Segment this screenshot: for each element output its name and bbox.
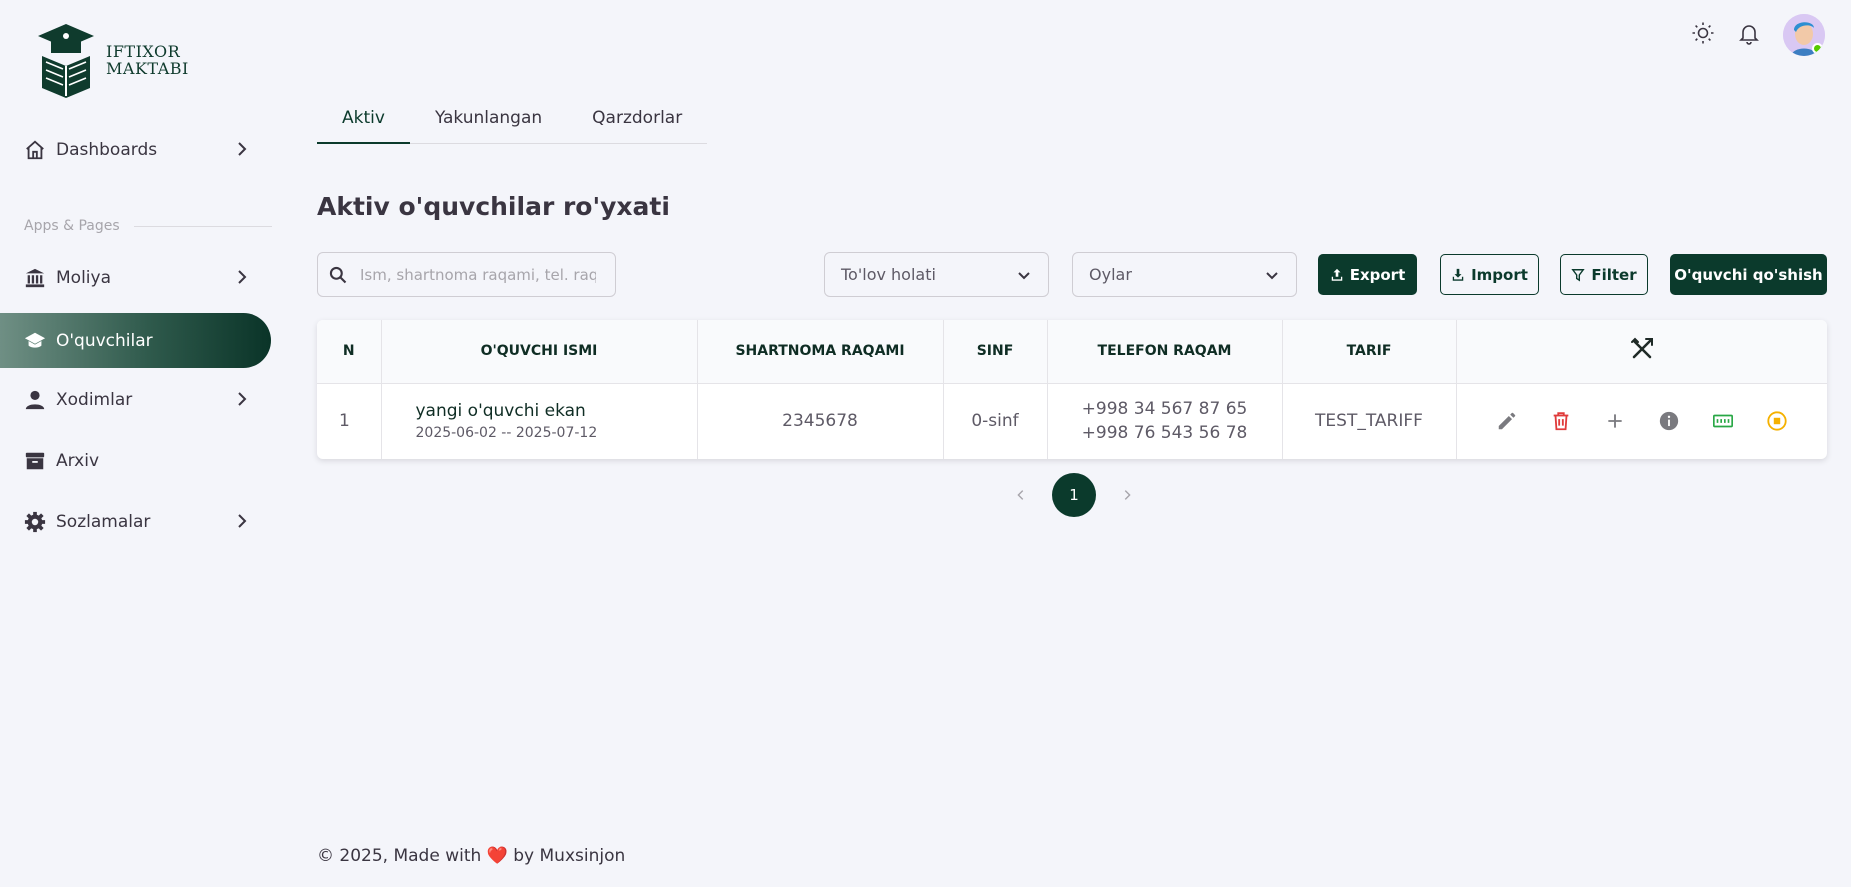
brand-line2: MAKTABI	[106, 59, 189, 78]
export-button[interactable]: Export	[1318, 254, 1417, 295]
header-phone[interactable]: TELEFON RAQAM	[1047, 320, 1283, 384]
sidebar-item-dashboards[interactable]: Dashboards	[0, 122, 271, 177]
sidebar-item-label: Moliya	[56, 267, 111, 288]
months-select[interactable]: Oylar	[1072, 252, 1297, 297]
cell-phone: +998 34 567 87 65 +998 76 543 56 78	[1047, 383, 1283, 459]
import-button[interactable]: Import	[1440, 254, 1539, 295]
chevron-down-icon	[1266, 271, 1278, 279]
brand-text: IFTIXOR MAKTABI	[106, 43, 189, 77]
page-title: Aktiv o'quvchilar ro'yxati	[317, 192, 670, 221]
chevron-right-icon[interactable]	[1116, 484, 1138, 506]
chevron-right-icon	[238, 142, 247, 156]
cell-actions	[1456, 383, 1827, 459]
students-table: N O'QUVCHI ISMI SHARTNOMA RAQAMI SINF TE…	[317, 320, 1827, 459]
online-status-dot	[1812, 43, 1823, 54]
sidebar-item-label: O'quvchilar	[56, 330, 153, 351]
sidebar-item-arxiv[interactable]: Arxiv	[0, 433, 271, 488]
tab-aktiv[interactable]: Aktiv	[317, 100, 410, 144]
top-bar-icons	[1691, 14, 1825, 56]
sidebar-item-xodimlar[interactable]: Xodimlar	[0, 372, 271, 427]
page-number-current[interactable]: 1	[1052, 473, 1096, 517]
avatar[interactable]	[1783, 14, 1825, 56]
chevron-right-icon	[238, 270, 247, 284]
section-label-text: Apps & Pages	[24, 218, 120, 234]
student-name[interactable]: yangi o'quvchi ekan	[416, 401, 696, 421]
sidebar-item-label: Dashboards	[56, 139, 158, 160]
upload-icon	[1331, 268, 1342, 281]
sun-icon[interactable]	[1691, 21, 1715, 49]
header-actions	[1456, 320, 1827, 384]
school-book-icon	[38, 24, 94, 98]
cell-tariff: TEST_TARIFF	[1282, 383, 1457, 459]
search-box[interactable]	[317, 252, 616, 297]
sidebar-item-oquvchilar[interactable]: O'quvchilar	[0, 313, 271, 368]
sidebar-item-label: Sozlamalar	[56, 511, 151, 532]
home-icon	[24, 139, 46, 161]
delete-icon[interactable]	[1547, 407, 1575, 435]
filter-button[interactable]: Filter	[1560, 254, 1648, 295]
search-icon	[329, 266, 347, 283]
chevron-right-icon	[238, 392, 247, 406]
table-row[interactable]: 1 yangi o'quvchi ekan 2025-06-02 -- 2025…	[317, 383, 1827, 459]
cell-class: 0-sinf	[943, 383, 1048, 459]
sidebar-item-moliya[interactable]: Moliya	[0, 250, 271, 305]
stop-circle-icon[interactable]	[1763, 407, 1791, 435]
payment-status-value: To'lov holati	[841, 265, 936, 284]
sidebar-item-label: Arxiv	[56, 450, 100, 471]
phone-2: +998 76 543 56 78	[1081, 423, 1248, 444]
pagination: 1	[1010, 473, 1138, 517]
search-input[interactable]	[358, 264, 598, 285]
brand-line1: IFTIXOR	[106, 42, 181, 61]
sidebar-item-label: Xodimlar	[56, 389, 133, 410]
plus-icon[interactable]	[1601, 407, 1629, 435]
filter-icon	[1571, 268, 1586, 282]
chevron-right-icon	[238, 514, 247, 528]
section-label: Apps & Pages	[24, 218, 272, 234]
tab-qarzdorlar[interactable]: Qarzdorlar	[567, 100, 707, 143]
cell-contract: 2345678	[697, 383, 944, 459]
table-header-row: N O'QUVCHI ISMI SHARTNOMA RAQAMI SINF TE…	[317, 320, 1827, 384]
edit-icon[interactable]	[1493, 407, 1521, 435]
tab-yakunlangan[interactable]: Yakunlangan	[410, 100, 567, 143]
header-tariff[interactable]: TARIF	[1282, 320, 1457, 384]
brand-logo[interactable]: IFTIXOR MAKTABI	[36, 22, 189, 98]
user-icon	[24, 389, 46, 411]
header-class[interactable]: SINF	[943, 320, 1048, 384]
chevron-down-icon	[1018, 271, 1030, 279]
footer-text: © 2025, Made with ❤️ by Muxsinjon	[317, 846, 626, 866]
payment-status-select[interactable]: To'lov holati	[824, 252, 1049, 297]
export-label: Export	[1349, 265, 1406, 284]
divider	[133, 225, 272, 227]
cell-name: yangi o'quvchi ekan 2025-06-02 -- 2025-0…	[381, 383, 698, 459]
chevron-left-icon[interactable]	[1010, 484, 1032, 506]
student-dates: 2025-06-02 -- 2025-07-12	[415, 425, 598, 442]
add-student-label: O'quvchi qo'shish	[1674, 265, 1823, 284]
filter-label: Filter	[1591, 265, 1637, 284]
info-icon[interactable]	[1655, 407, 1683, 435]
header-contract[interactable]: SHARTNOMA RAQAMI	[697, 320, 944, 384]
tools-icon	[1630, 337, 1653, 359]
header-n: N	[317, 320, 382, 384]
download-icon	[1452, 268, 1464, 281]
gear-icon	[24, 511, 46, 533]
sidebar-item-sozlamalar[interactable]: Sozlamalar	[0, 494, 271, 549]
graduation-cap-icon	[24, 330, 46, 352]
sidebar: IFTIXOR MAKTABI Dashboards Apps & Pages …	[0, 0, 272, 887]
archive-icon	[24, 450, 46, 472]
header-name[interactable]: O'QUVCHI ISMI	[381, 320, 698, 384]
cell-n: 1	[317, 383, 382, 459]
months-value: Oylar	[1089, 265, 1132, 284]
phone-1: +998 34 567 87 65	[1081, 399, 1248, 420]
bank-icon	[24, 267, 46, 289]
add-student-button[interactable]: O'quvchi qo'shish	[1670, 254, 1827, 295]
bell-icon[interactable]	[1737, 21, 1761, 49]
money-icon[interactable]	[1709, 407, 1737, 435]
student-tabs: Aktiv Yakunlangan Qarzdorlar	[317, 100, 708, 144]
import-label: Import	[1471, 265, 1528, 284]
